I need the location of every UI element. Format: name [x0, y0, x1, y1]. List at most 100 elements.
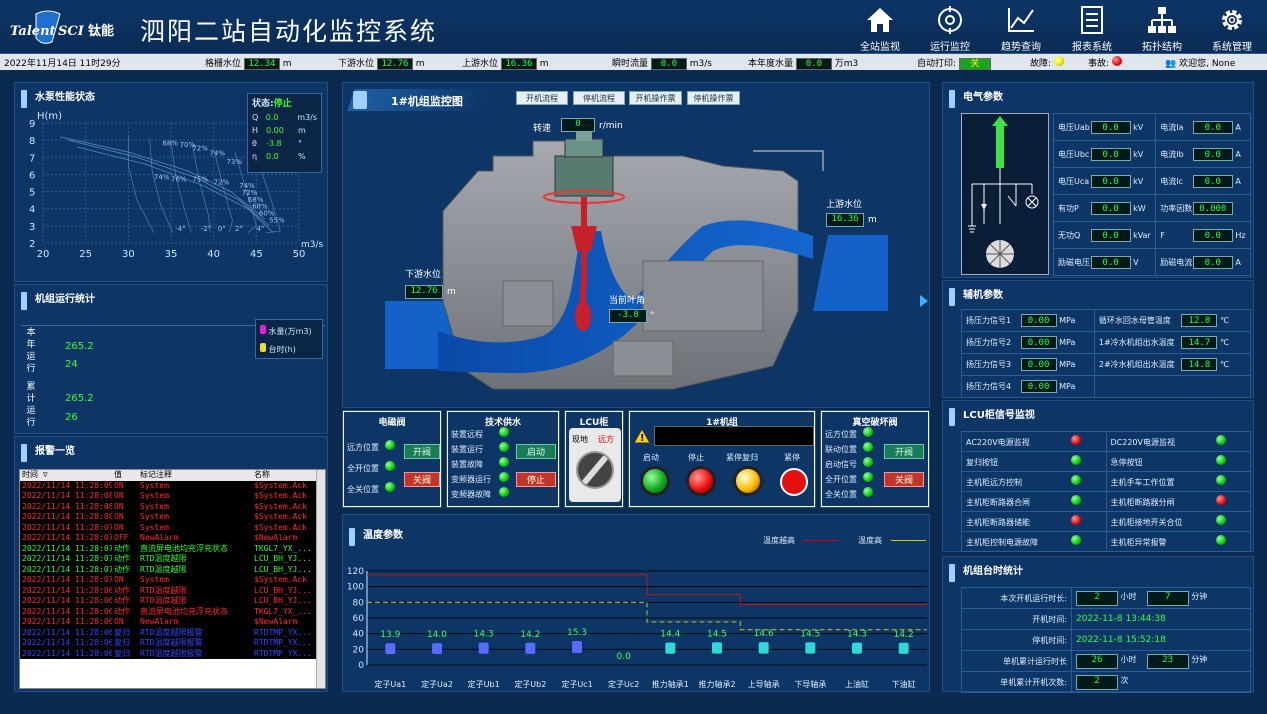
col-time[interactable]: 时间 ▽: [20, 470, 112, 481]
alarm-time: 2022/11/14 11:28:08: [22, 491, 112, 501]
up-level: 上游水位 16.36 m: [462, 56, 549, 70]
alarm-row[interactable]: 2022/11/14 11:28:08 ON System $System.Ack: [20, 502, 317, 513]
param-value: 0.0: [1090, 120, 1131, 134]
param-value: 0.00: [266, 126, 284, 135]
alarm-row[interactable]: 2022/11/14 11:28:07 OFF NewAlarm $NewAlarm: [20, 533, 317, 544]
col-value[interactable]: 值: [112, 470, 138, 481]
next-page-icon[interactable]: [920, 295, 928, 307]
estop-button[interactable]: [780, 468, 808, 496]
alarm-row[interactable]: 2022/11/14 11:28:09 ON System $System.Ack: [20, 481, 317, 492]
electrical-panel: 电气参数 电压Uab 0.0 kV 电流Ia 0.0 A 电压Ubc 0.0 kV 电…: [942, 82, 1254, 278]
alarm-row[interactable]: 2022/11/14 11:28:06 动作 RTD温度越限 LCU_BH_YJ...: [20, 586, 317, 597]
alarm-row[interactable]: 2022/11/14 11:28:07 动作 RTD温度越限 LCU_BH_YJ...: [20, 565, 317, 576]
param-unit: V: [1133, 257, 1139, 267]
auto-print-toggle[interactable]: 关: [958, 58, 991, 70]
start-time-value: 2022-11-8 13:44:38: [1071, 608, 1251, 630]
alarm-time: 2022/11/14 11:28:08: [22, 501, 112, 511]
estop-reset-button[interactable]: [733, 466, 763, 496]
curve-annotation: 68%: [162, 139, 178, 147]
nav-overview[interactable]: 全站监视: [845, 6, 915, 53]
auto-print-label: 自动打印:: [917, 59, 957, 69]
status-row: 联动位置: [825, 442, 873, 455]
signal-lamp-icon: [1215, 475, 1226, 485]
alarm-row[interactable]: 2022/11/14 11:28:06 ON NewAlarm $NewAlarm: [20, 617, 317, 628]
alarm-row[interactable]: 2022/11/14 11:28:06 动作 直流屏电池均充浮充状态 TKGL7_YX…: [20, 607, 317, 618]
alarm-row[interactable]: 2022/11/14 11:28:06 动作 RTD温度越限 LCU_BH_YJ...: [20, 596, 317, 607]
alarm-table[interactable]: 时间 ▽ 值 标记注释 名称 2022/11/14 11:28:09 ON Syst…: [19, 469, 326, 689]
alarm-row[interactable]: 2022/11/14 11:28:06 复归 RTD温度越限报警 RTDTMP_YX.…: [20, 628, 317, 639]
pump-param-row: Q 0.0 m3/s: [248, 111, 321, 124]
alarm-note: RTD温度越限报警: [140, 648, 203, 658]
alarm-row[interactable]: 2022/11/14 11:28:07 动作 RTD温度越限 LCU_BH_YJ...: [20, 554, 317, 565]
elec-param: 功率因数 0.000: [1155, 194, 1251, 222]
start-button[interactable]: [640, 466, 670, 496]
nav-report[interactable]: 报表系统: [1057, 6, 1127, 53]
stop-flow-button[interactable]: 停机流程: [573, 91, 625, 105]
aux-param: 扬压力信号2 0.00 MPa: [961, 331, 1095, 354]
alarm-row[interactable]: 2022/11/14 11:28:06 复归 RTD温度越限报警 RTDTMP_YX.…: [20, 649, 317, 660]
vacuum-close-button[interactable]: 关阀: [884, 472, 924, 487]
nav-topology[interactable]: 拓扑结构: [1127, 6, 1197, 53]
estop-label: 紧停: [784, 453, 800, 462]
start-supply-button[interactable]: 启动: [516, 444, 556, 459]
status-row: 远方位置: [347, 440, 395, 453]
status-row: 全开位置: [825, 472, 873, 485]
col-note[interactable]: 标记注释: [138, 470, 252, 481]
alarm-name: RTDTMP_YX...: [254, 627, 312, 637]
up-level-label: 上游水位: [462, 59, 499, 69]
nav-trend[interactable]: 趋势查询: [986, 6, 1056, 53]
alarm-row[interactable]: 2022/11/14 11:28:08 ON System $System.Ack: [20, 512, 317, 523]
total-run-label: 累计运行: [26, 382, 36, 428]
close-valve-button[interactable]: 关阀: [404, 472, 440, 487]
stop-button[interactable]: [686, 466, 716, 496]
alarm-value: 动作: [114, 585, 130, 595]
nav-label: 趋势查询: [1001, 42, 1041, 53]
alarm-row[interactable]: 2022/11/14 11:28:07 动作 直流屏电池均充浮充状态 TKGL7_YX…: [20, 544, 317, 555]
alarm-row[interactable]: 2022/11/14 11:28:07 ON System $System.Ack: [20, 575, 317, 586]
alarm-note: RTD温度越限报警: [140, 627, 203, 637]
unit-title: 1#机组监控图: [391, 95, 463, 108]
col-name[interactable]: 名称: [252, 470, 317, 481]
system-title: 泗阳二站自动化监控系统: [140, 17, 438, 46]
y-axis-label: H(m): [37, 111, 62, 122]
flow-label: 瞬时流量: [612, 59, 649, 69]
start-flow-button[interactable]: 开机流程: [516, 91, 568, 105]
alarm-note: System: [140, 522, 169, 532]
stop-supply-button[interactable]: 停止: [516, 472, 556, 487]
aux-param: 1#冷水机组出水温度 14.7 ℃: [1093, 331, 1252, 354]
status-lamp-icon: [499, 472, 509, 482]
status-label: 全开位置: [825, 475, 857, 484]
param-unit: ℃: [1219, 316, 1229, 325]
legend-high2: 温度越高: [763, 536, 795, 545]
param-value: 0.0: [1090, 255, 1131, 269]
panel-title: LCU柜信号监视: [943, 405, 1035, 427]
status-row: 装置故障: [451, 457, 509, 470]
lcu-selector-switch[interactable]: 现地 远方: [569, 428, 621, 502]
open-valve-button[interactable]: 开阀: [404, 444, 440, 459]
flow: 瞬时流量 0.0 m3/s: [612, 56, 712, 70]
alarm-scrollbar[interactable]: [316, 470, 325, 688]
alarm-row[interactable]: 2022/11/14 11:28:06 复归 RTD温度越限报警 RTDTMP_YX.…: [20, 638, 317, 649]
start-ticket-button[interactable]: 开机操作票: [629, 91, 682, 105]
status-label: 远方位置: [825, 430, 857, 439]
curve-annotation: -2°: [201, 225, 211, 233]
alarm-row[interactable]: 2022/11/14 11:28:07 ON System $System.Ack: [20, 523, 317, 534]
signal-label: 主机手车工作位置: [1110, 478, 1175, 487]
nav-system-admin[interactable]: 系统管理: [1197, 6, 1267, 53]
vacuum-open-button[interactable]: 开阀: [884, 444, 924, 459]
x-tick-label: 25: [79, 249, 92, 260]
stop-ticket-button[interactable]: 停机操作票: [687, 91, 740, 105]
event-label: 事故:: [1088, 59, 1110, 69]
alarm-row[interactable]: 2022/11/14 11:28:08 ON System $System.Ack: [20, 491, 317, 502]
iso-curve: [128, 135, 155, 233]
elec-param: 电压Uab 0.0 kV: [1052, 113, 1157, 141]
signal-label: 主机柜接地开关合位: [1110, 518, 1183, 527]
user-info: 👥 欢迎您, None: [1165, 56, 1235, 69]
signal-lamp-icon: [1071, 475, 1081, 485]
nav-label: 全站监视: [860, 42, 900, 53]
alarm-value: ON: [114, 501, 124, 511]
total-hours-value: 26: [1076, 653, 1118, 669]
param-value: 14.8: [1181, 358, 1218, 371]
param-label: F: [1160, 230, 1165, 240]
nav-run-monitor[interactable]: 运行监控: [915, 6, 985, 53]
